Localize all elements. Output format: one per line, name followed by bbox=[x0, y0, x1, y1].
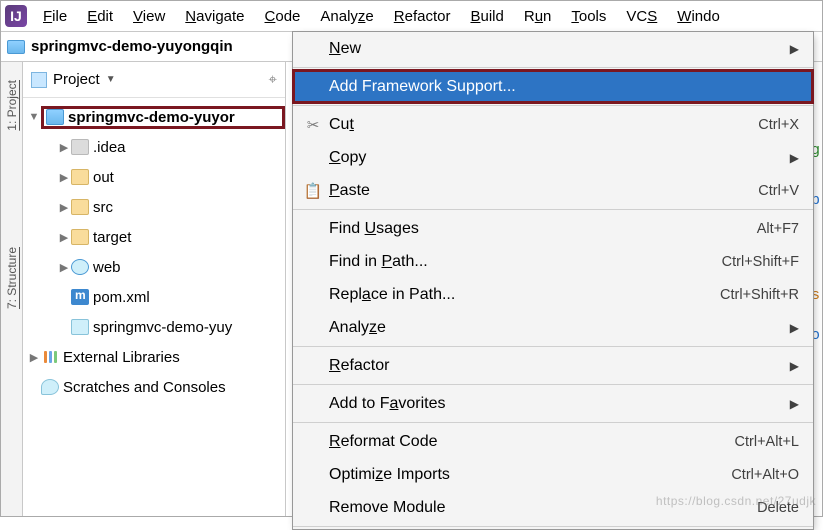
menu-tools[interactable]: Tools bbox=[561, 4, 616, 29]
project-panel: Project ▼ ⌖ ▼ springmvc-demo-yuyor ▶ .id… bbox=[23, 62, 286, 516]
chevron-right-icon[interactable]: ▶ bbox=[57, 171, 71, 184]
context-menu: New ▶ Add Framework Support... ✂ Cut Ctr… bbox=[292, 31, 814, 530]
app-icon: IJ bbox=[5, 5, 27, 27]
menu-item-add-to-favorites[interactable]: Add to Favorites ▶ bbox=[293, 387, 813, 420]
menu-analyze[interactable]: Analyze bbox=[310, 4, 383, 29]
separator bbox=[293, 209, 813, 210]
menu-item-cut[interactable]: ✂ Cut Ctrl+X bbox=[293, 108, 813, 141]
folder-icon bbox=[71, 139, 89, 155]
menu-code[interactable]: Code bbox=[255, 4, 311, 29]
chevron-down-icon[interactable]: ▼ bbox=[27, 111, 41, 123]
folder-icon bbox=[71, 169, 89, 185]
separator bbox=[293, 105, 813, 106]
tree-node-web[interactable]: ▶ web bbox=[23, 252, 285, 282]
separator bbox=[293, 526, 813, 527]
menu-build[interactable]: Build bbox=[460, 4, 513, 29]
menu-item-find-usages[interactable]: Find Usages Alt+F7 bbox=[293, 212, 813, 245]
menu-navigate[interactable]: Navigate bbox=[175, 4, 254, 29]
menu-item-copy[interactable]: Copy ▶ bbox=[293, 141, 813, 174]
separator bbox=[293, 67, 813, 68]
menu-vcs[interactable]: VCS bbox=[616, 4, 667, 29]
menu-item-replace-in-path[interactable]: Replace in Path... Ctrl+Shift+R bbox=[293, 278, 813, 311]
chevron-right-icon: ▶ bbox=[790, 359, 799, 373]
separator bbox=[293, 422, 813, 423]
menu-refactor[interactable]: Refactor bbox=[384, 4, 461, 29]
menu-window[interactable]: Windo bbox=[667, 4, 730, 29]
chevron-right-icon: ▶ bbox=[790, 42, 799, 56]
chevron-right-icon[interactable]: ▶ bbox=[57, 261, 71, 274]
chevron-right-icon[interactable]: ▶ bbox=[57, 231, 71, 244]
web-icon bbox=[71, 259, 89, 275]
chevron-right-icon[interactable]: ▶ bbox=[27, 351, 41, 364]
chevron-right-icon: ▶ bbox=[790, 151, 799, 165]
cut-icon: ✂ bbox=[301, 116, 325, 134]
menu-item-paste[interactable]: 📋 Paste Ctrl+V bbox=[293, 174, 813, 207]
menu-item-new[interactable]: New ▶ bbox=[293, 32, 813, 65]
menu-item-reformat-code[interactable]: Reformat Code Ctrl+Alt+L bbox=[293, 425, 813, 458]
tool-tab-project[interactable]: 1: Project bbox=[3, 72, 21, 139]
locate-icon[interactable]: ⌖ bbox=[269, 71, 277, 88]
tree-node-external-libraries[interactable]: ▶ External Libraries bbox=[23, 342, 285, 372]
separator bbox=[293, 384, 813, 385]
menu-file[interactable]: File bbox=[33, 4, 77, 29]
module-icon bbox=[46, 109, 64, 125]
tree-root-module[interactable]: ▼ springmvc-demo-yuyor bbox=[23, 102, 285, 132]
tree-node-src[interactable]: ▶ src bbox=[23, 192, 285, 222]
menu-item-analyze[interactable]: Analyze ▶ bbox=[293, 311, 813, 344]
menu-item-optimize-imports[interactable]: Optimize Imports Ctrl+Alt+O bbox=[293, 458, 813, 491]
menu-edit[interactable]: Edit bbox=[77, 4, 123, 29]
menu-item-find-in-path[interactable]: Find in Path... Ctrl+Shift+F bbox=[293, 245, 813, 278]
tool-window-bar-left: 1: Project 7: Structure bbox=[1, 62, 23, 516]
tree-node-pom[interactable]: pom.xml bbox=[23, 282, 285, 312]
tree-node-scratches[interactable]: Scratches and Consoles bbox=[23, 372, 285, 402]
watermark: https://blog.csdn.net/27udjk bbox=[656, 494, 816, 508]
chevron-right-icon: ▶ bbox=[790, 321, 799, 335]
project-panel-header[interactable]: Project ▼ ⌖ bbox=[23, 62, 285, 98]
chevron-right-icon: ▶ bbox=[790, 397, 799, 411]
scratches-icon bbox=[41, 379, 59, 395]
project-view-title: Project bbox=[53, 71, 100, 88]
menu-run[interactable]: Run bbox=[514, 4, 562, 29]
menubar: IJ File Edit View Navigate Code Analyze … bbox=[1, 1, 822, 32]
chevron-right-icon[interactable]: ▶ bbox=[57, 141, 71, 154]
project-view-icon bbox=[31, 72, 47, 88]
tool-tab-structure[interactable]: 7: Structure bbox=[3, 239, 21, 317]
chevron-down-icon[interactable]: ▼ bbox=[106, 74, 116, 85]
menu-item-refactor[interactable]: Refactor ▶ bbox=[293, 349, 813, 382]
paste-icon: 📋 bbox=[301, 182, 325, 200]
tree-node-iml[interactable]: springmvc-demo-yuy bbox=[23, 312, 285, 342]
folder-icon bbox=[71, 199, 89, 215]
tree-node-idea[interactable]: ▶ .idea bbox=[23, 132, 285, 162]
tree-node-target[interactable]: ▶ target bbox=[23, 222, 285, 252]
libraries-icon bbox=[41, 349, 59, 365]
project-folder-icon bbox=[7, 40, 25, 54]
separator bbox=[293, 346, 813, 347]
menu-item-add-framework-support[interactable]: Add Framework Support... bbox=[293, 70, 813, 103]
tree-node-out[interactable]: ▶ out bbox=[23, 162, 285, 192]
folder-icon bbox=[71, 229, 89, 245]
project-name[interactable]: springmvc-demo-yuyongqin bbox=[31, 38, 233, 55]
iml-file-icon bbox=[71, 319, 89, 335]
chevron-right-icon[interactable]: ▶ bbox=[57, 201, 71, 214]
maven-file-icon bbox=[71, 289, 89, 305]
menu-view[interactable]: View bbox=[123, 4, 175, 29]
project-tree: ▼ springmvc-demo-yuyor ▶ .idea ▶ out ▶ s… bbox=[23, 98, 285, 402]
